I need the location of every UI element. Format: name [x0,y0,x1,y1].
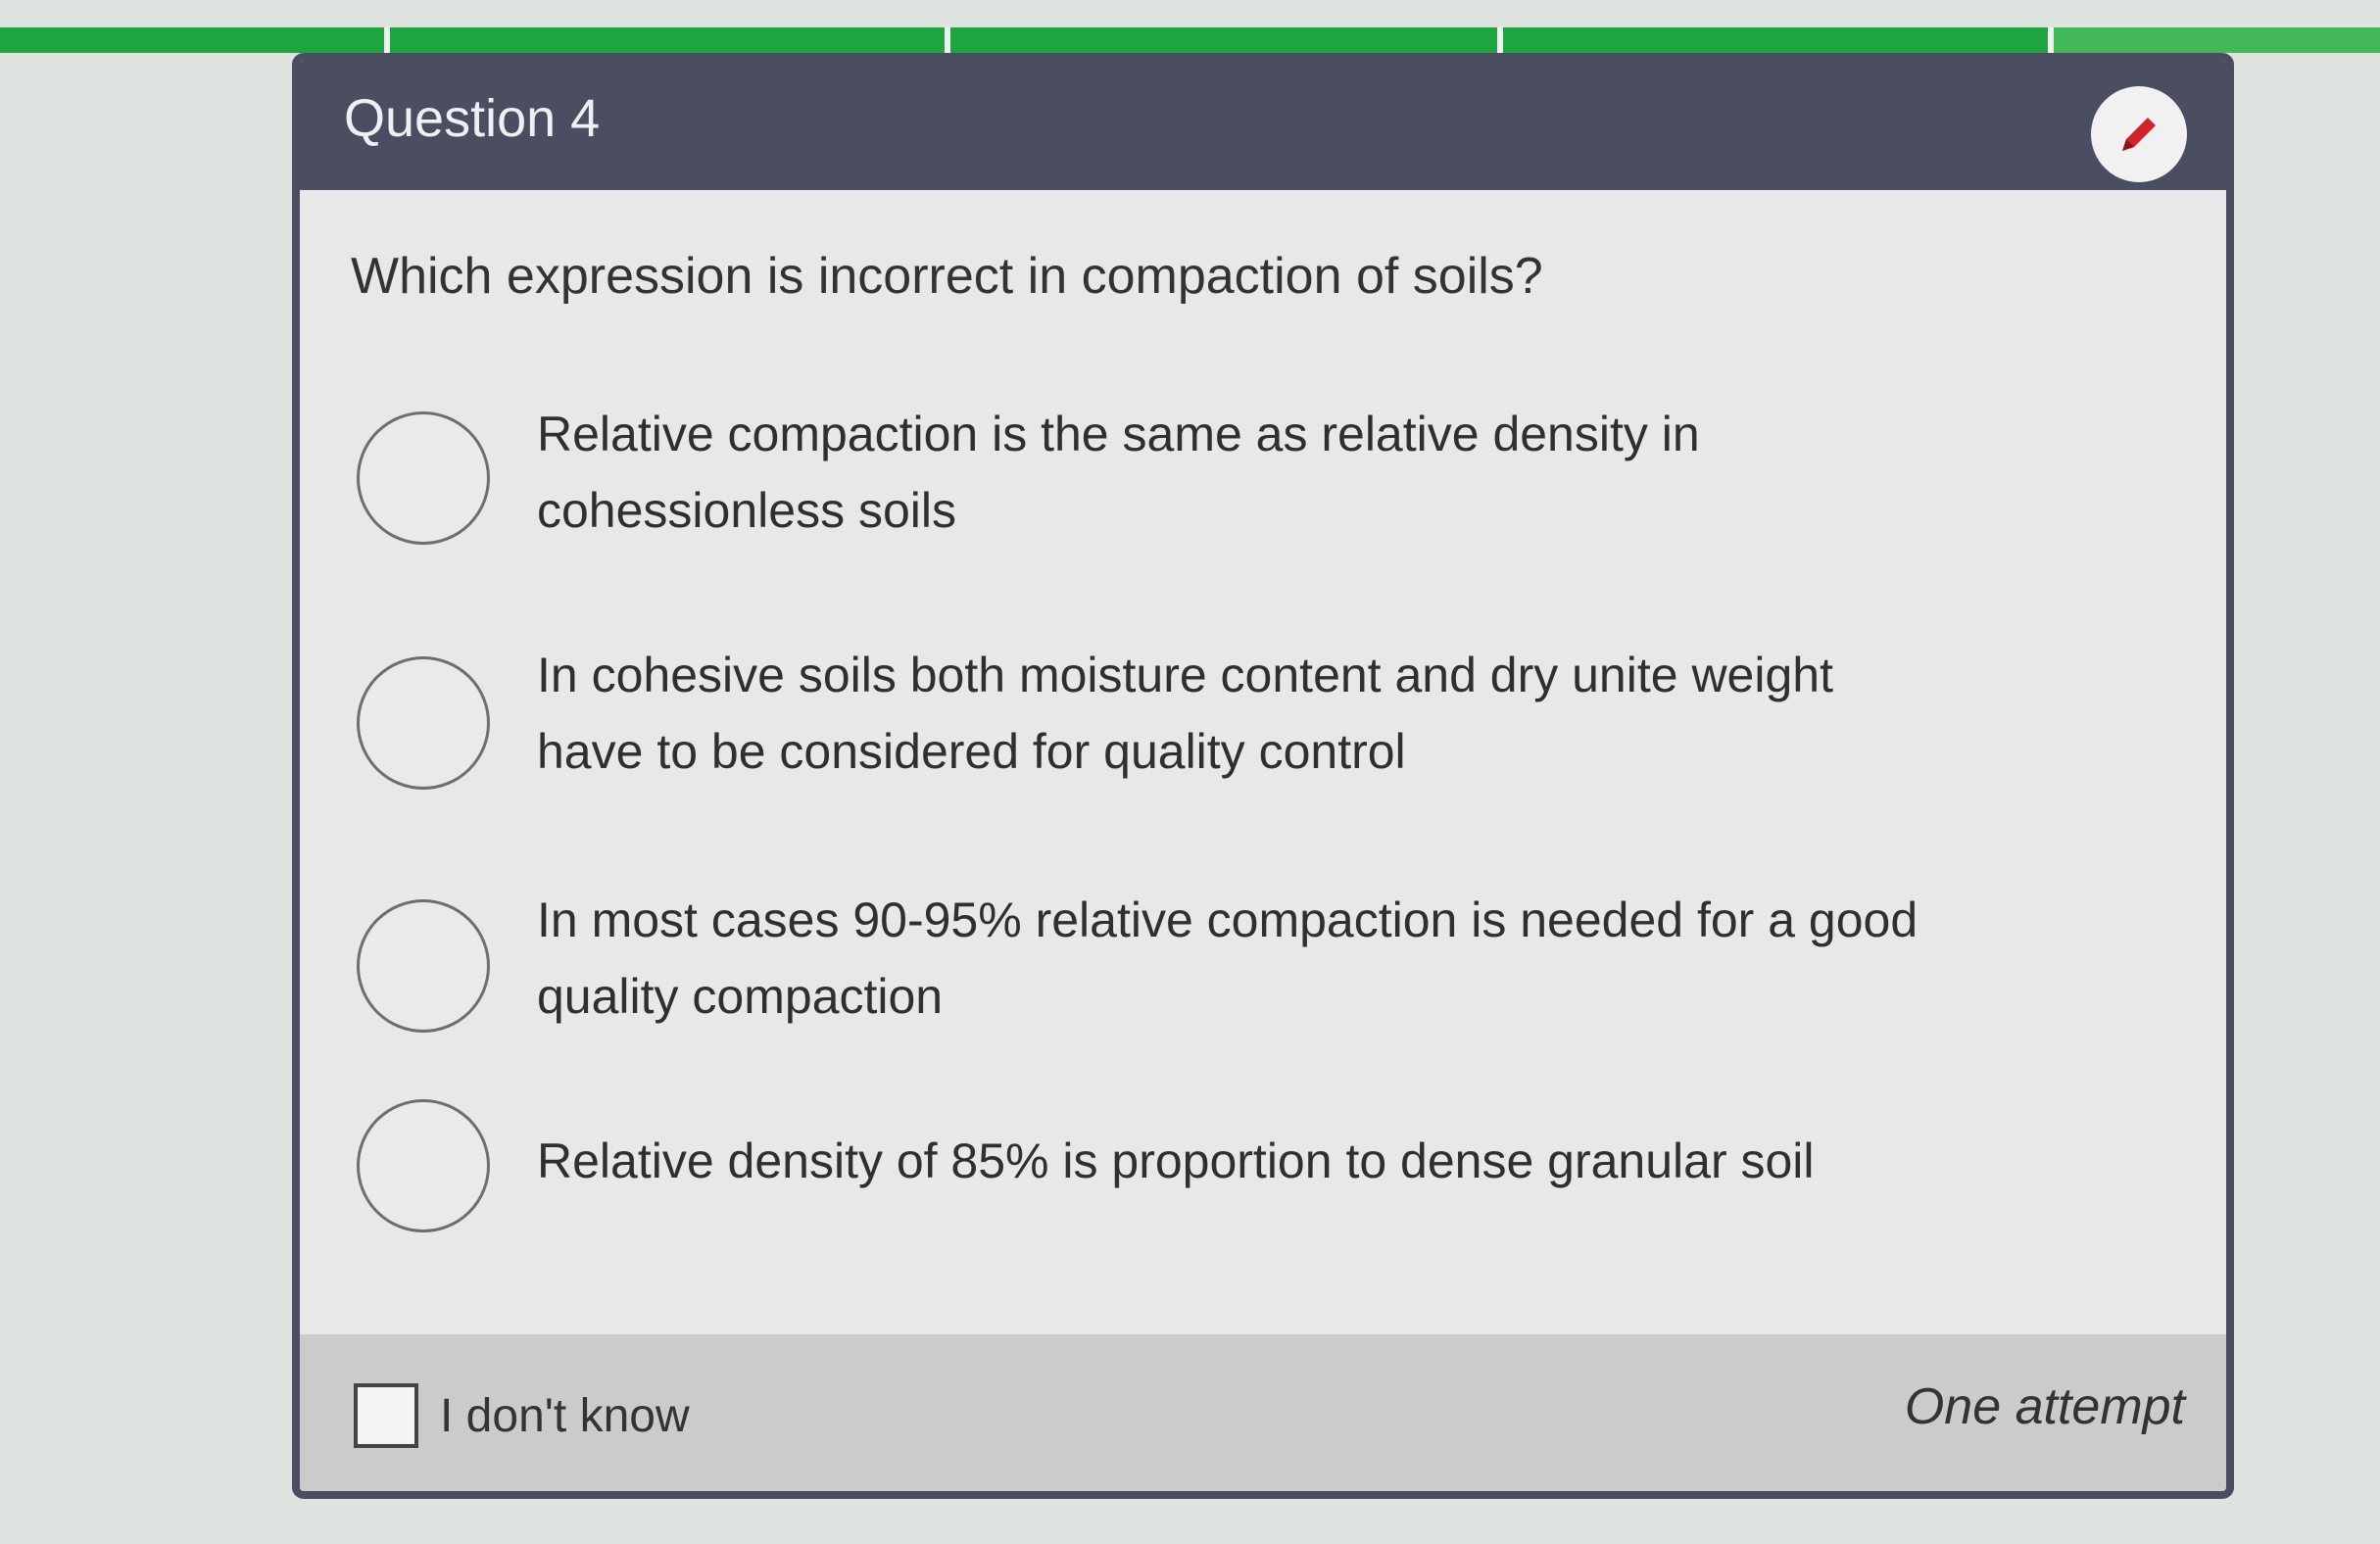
option-line: cohessionless soils [537,483,956,538]
option-label: Relative density of 85% is proportion to… [537,1123,2085,1199]
option-line: In most cases 90-95% relative compaction… [537,893,1919,947]
progress-segment [2054,27,2380,53]
pencil-icon [2122,118,2156,151]
radio-button[interactable] [357,899,490,1033]
option-label: In most cases 90-95% relative compaction… [537,882,2085,1035]
dont-know-checkbox[interactable] [354,1383,418,1448]
dont-know-label: I don't know [440,1389,690,1442]
question-header: Question 4 [300,61,2226,190]
progress-segment [1503,27,2054,53]
option-line: have to be considered for quality contro… [537,724,1406,779]
answer-option-1[interactable]: Relative compaction is the same as relat… [351,404,2114,580]
question-title: Question 4 [344,89,601,148]
radio-button[interactable] [357,411,490,545]
question-card: Question 4 Which expression is incorrect… [292,53,2234,1499]
edit-button[interactable] [2091,86,2187,182]
option-line: Relative compaction is the same as relat… [537,407,1700,461]
progress-segment [390,27,950,53]
progress-segment [950,27,1503,53]
progress-bar [0,27,2380,53]
attempts-label: One attempt [1904,1378,2185,1435]
answer-option-2[interactable]: In cohesive soils both moisture content … [351,648,2114,825]
dont-know-toggle[interactable]: I don't know [354,1383,690,1448]
option-line: quality compaction [537,969,944,1024]
answer-option-3[interactable]: In most cases 90-95% relative compaction… [351,893,2114,1070]
option-line: Relative density of 85% is proportion to… [537,1134,1815,1188]
radio-button[interactable] [357,656,490,790]
option-label: In cohesive soils both moisture content … [537,637,2085,790]
answer-option-4[interactable]: Relative density of 85% is proportion to… [351,1097,2114,1274]
question-footer: I don't know One attempt [300,1334,2226,1491]
question-text: Which expression is incorrect in compact… [351,248,1543,305]
radio-button[interactable] [357,1099,490,1232]
option-label: Relative compaction is the same as relat… [537,396,2085,549]
option-line: In cohesive soils both moisture content … [537,648,1833,702]
progress-segment [0,27,390,53]
